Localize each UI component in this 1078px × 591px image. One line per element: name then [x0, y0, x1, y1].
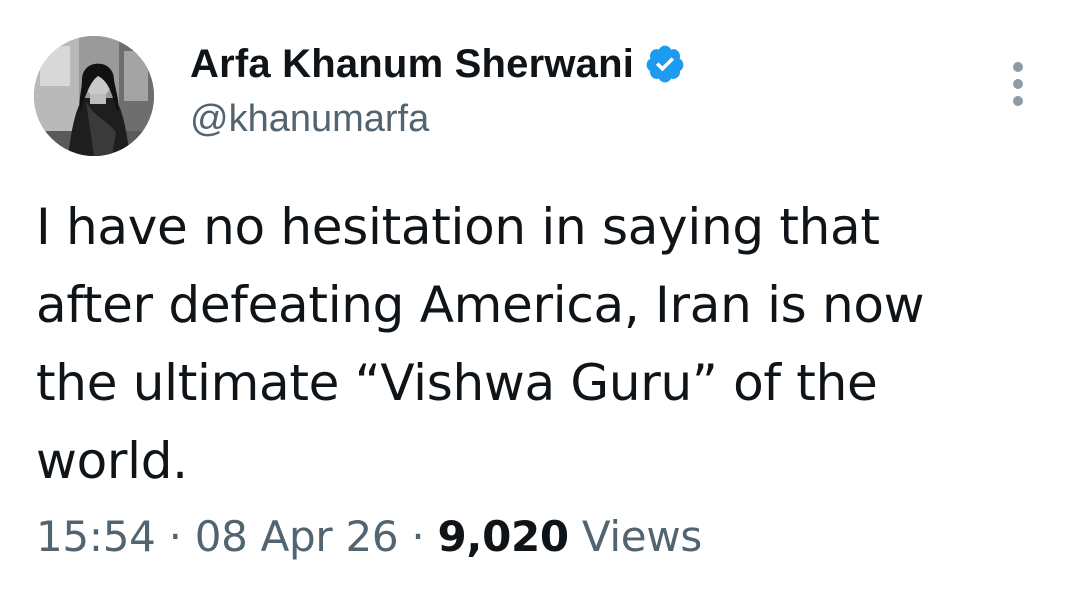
display-name[interactable]: Arfa Khanum Sherwani	[190, 42, 634, 87]
meta-separator: ·	[411, 512, 425, 561]
tweet-card: Arfa Khanum Sherwani @khanumarfa I have …	[0, 0, 1078, 591]
views-label: Views	[581, 512, 702, 561]
author-handle[interactable]: @khanumarfa	[190, 98, 686, 141]
tweet-text-line: the ultimate “Vishwa Guru” of the	[36, 354, 878, 412]
tweet-date[interactable]: 08 Apr 26	[195, 512, 399, 561]
tweet-text: I have no hesitation in saying that afte…	[36, 188, 1026, 500]
author-block: Arfa Khanum Sherwani @khanumarfa	[190, 38, 686, 141]
more-dot	[1013, 79, 1023, 89]
meta-separator: ·	[168, 512, 182, 561]
tweet-time[interactable]: 15:54	[36, 512, 156, 561]
tweet-text-line: after defeating America, Iran is now	[36, 276, 925, 334]
tweet-text-line: world.	[36, 432, 188, 490]
avatar-photo	[34, 36, 154, 156]
more-dot	[1013, 62, 1023, 72]
verified-badge-icon[interactable]	[644, 43, 686, 85]
author-name-row: Arfa Khanum Sherwani	[190, 38, 686, 90]
tweet-meta: 15:54 · 08 Apr 26 · 9,020 Views	[36, 512, 702, 561]
more-options-icon[interactable]	[1008, 62, 1028, 106]
views-count[interactable]: 9,020	[437, 512, 569, 561]
more-dot	[1013, 96, 1023, 106]
tweet-text-line: I have no hesitation in saying that	[36, 198, 880, 256]
avatar[interactable]	[34, 36, 154, 156]
